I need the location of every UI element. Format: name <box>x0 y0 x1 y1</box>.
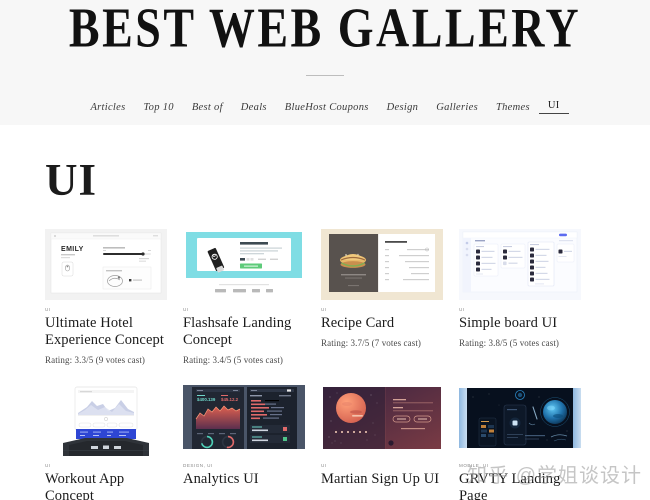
nav-item-design[interactable]: Design <box>378 102 428 113</box>
nav-item-ui[interactable]: UI <box>538 100 569 114</box>
card-tag[interactable]: UI <box>183 307 305 312</box>
card-tag[interactable]: UI <box>321 307 443 312</box>
card-title[interactable]: Recipe Card <box>321 315 443 332</box>
card-tag[interactable]: UI <box>45 463 167 468</box>
gallery-card[interactable]: $400.139 $45.12.2 DESIGN, UI Analytics U… <box>183 385 305 500</box>
nav-item-deals[interactable]: Deals <box>232 102 276 113</box>
gallery-card[interactable]: UI Recipe Card Rating: 3.7/5 (7 votes ca… <box>321 229 443 365</box>
flashdrive-landing-art <box>183 229 305 300</box>
card-title[interactable]: GRVTY Landing Page <box>459 471 581 500</box>
card-tag[interactable]: MOBILE, UI <box>459 463 581 468</box>
thumbnail-martian-signup[interactable] <box>321 385 443 456</box>
page-root: BEST WEB GALLERY Articles Top 10 Best of… <box>0 0 650 500</box>
thumbnail-recipe-card[interactable] <box>321 229 443 300</box>
thumbnail-hotel-booking-ui[interactable]: EMILY <box>45 229 167 300</box>
martian-signup-art <box>321 385 443 456</box>
card-rating: Rating: 3.7/5 (7 votes cast) <box>321 338 422 348</box>
card-tag[interactable]: DESIGN, UI <box>183 463 305 468</box>
gallery-card[interactable]: MOBILE, UI GRVTY Landing Page <box>459 385 581 500</box>
workout-app-art <box>45 385 167 456</box>
card-title[interactable]: Ultimate Hotel Experience Concept <box>45 315 167 349</box>
card-rating: Rating: 3.4/5 (5 votes cast) <box>183 355 284 365</box>
page-title: UI <box>45 155 98 205</box>
nav-item-top-10[interactable]: Top 10 <box>135 102 183 113</box>
card-title[interactable]: Flashsafe Landing Concept <box>183 315 305 349</box>
svg-text:$45.12.2: $45.12.2 <box>221 397 239 402</box>
card-tag[interactable]: UI <box>45 307 167 312</box>
kanban-board-art <box>459 229 581 300</box>
nav-item-best-of[interactable]: Best of <box>183 102 232 113</box>
card-rating: Rating: 3.3/5 (9 votes cast) <box>45 355 146 365</box>
gallery-card[interactable]: EMILY UI Ultimate Hotel Experience Conce… <box>45 229 167 365</box>
site-header: BEST WEB GALLERY Articles Top 10 Best of… <box>0 0 650 125</box>
card-rating: Rating: 3.8/5 (5 votes cast) <box>459 338 560 348</box>
thumbnail-grvty-landing[interactable] <box>459 385 581 456</box>
main-navigation: Articles Top 10 Best of Deals BlueHost C… <box>0 100 650 114</box>
thumbnail-flashdrive-landing[interactable] <box>183 229 305 300</box>
nav-item-themes[interactable]: Themes <box>487 102 539 113</box>
recipe-card-art <box>321 229 443 300</box>
nav-item-galleries[interactable]: Galleries <box>427 102 487 113</box>
hotel-booking-ui-art: EMILY <box>45 229 167 300</box>
card-title[interactable]: Workout App Concept <box>45 471 167 500</box>
card-title[interactable]: Martian Sign Up UI <box>321 471 443 488</box>
gallery-card[interactable]: UI Workout App Concept <box>45 385 167 500</box>
card-title[interactable]: Analytics UI <box>183 471 305 488</box>
gallery-card[interactable]: UI Simple board UI Rating: 3.8/5 (5 vote… <box>459 229 581 365</box>
nav-item-articles[interactable]: Articles <box>81 102 134 113</box>
gallery-card[interactable]: UI Flashsafe Landing Concept Rating: 3.4… <box>183 229 305 365</box>
gallery-grid-row-2: UI Workout App Concept $400.139 $45.12.2… <box>45 385 605 500</box>
card-tag[interactable]: UI <box>459 307 581 312</box>
card-tag[interactable]: UI <box>321 463 443 468</box>
title-divider <box>306 75 344 76</box>
card-title[interactable]: Simple board UI <box>459 315 581 332</box>
gallery-card[interactable]: UI Martian Sign Up UI <box>321 385 443 500</box>
thumbnail-kanban-board[interactable] <box>459 229 581 300</box>
gallery-grid-row-1: EMILY UI Ultimate Hotel Experience Conce… <box>45 229 605 365</box>
nav-item-bluehost-coupons[interactable]: BlueHost Coupons <box>276 102 378 113</box>
grvty-landing-art <box>459 385 581 456</box>
thumbnail-workout-app[interactable] <box>45 385 167 456</box>
thumbnail-analytics-dark[interactable]: $400.139 $45.12.2 <box>183 385 305 456</box>
analytics-dark-art: $400.139 $45.12.2 <box>183 385 305 456</box>
svg-text:$400.139: $400.139 <box>197 397 216 402</box>
svg-text:EMILY: EMILY <box>61 246 84 253</box>
site-title: BEST WEB GALLERY <box>68 0 582 59</box>
